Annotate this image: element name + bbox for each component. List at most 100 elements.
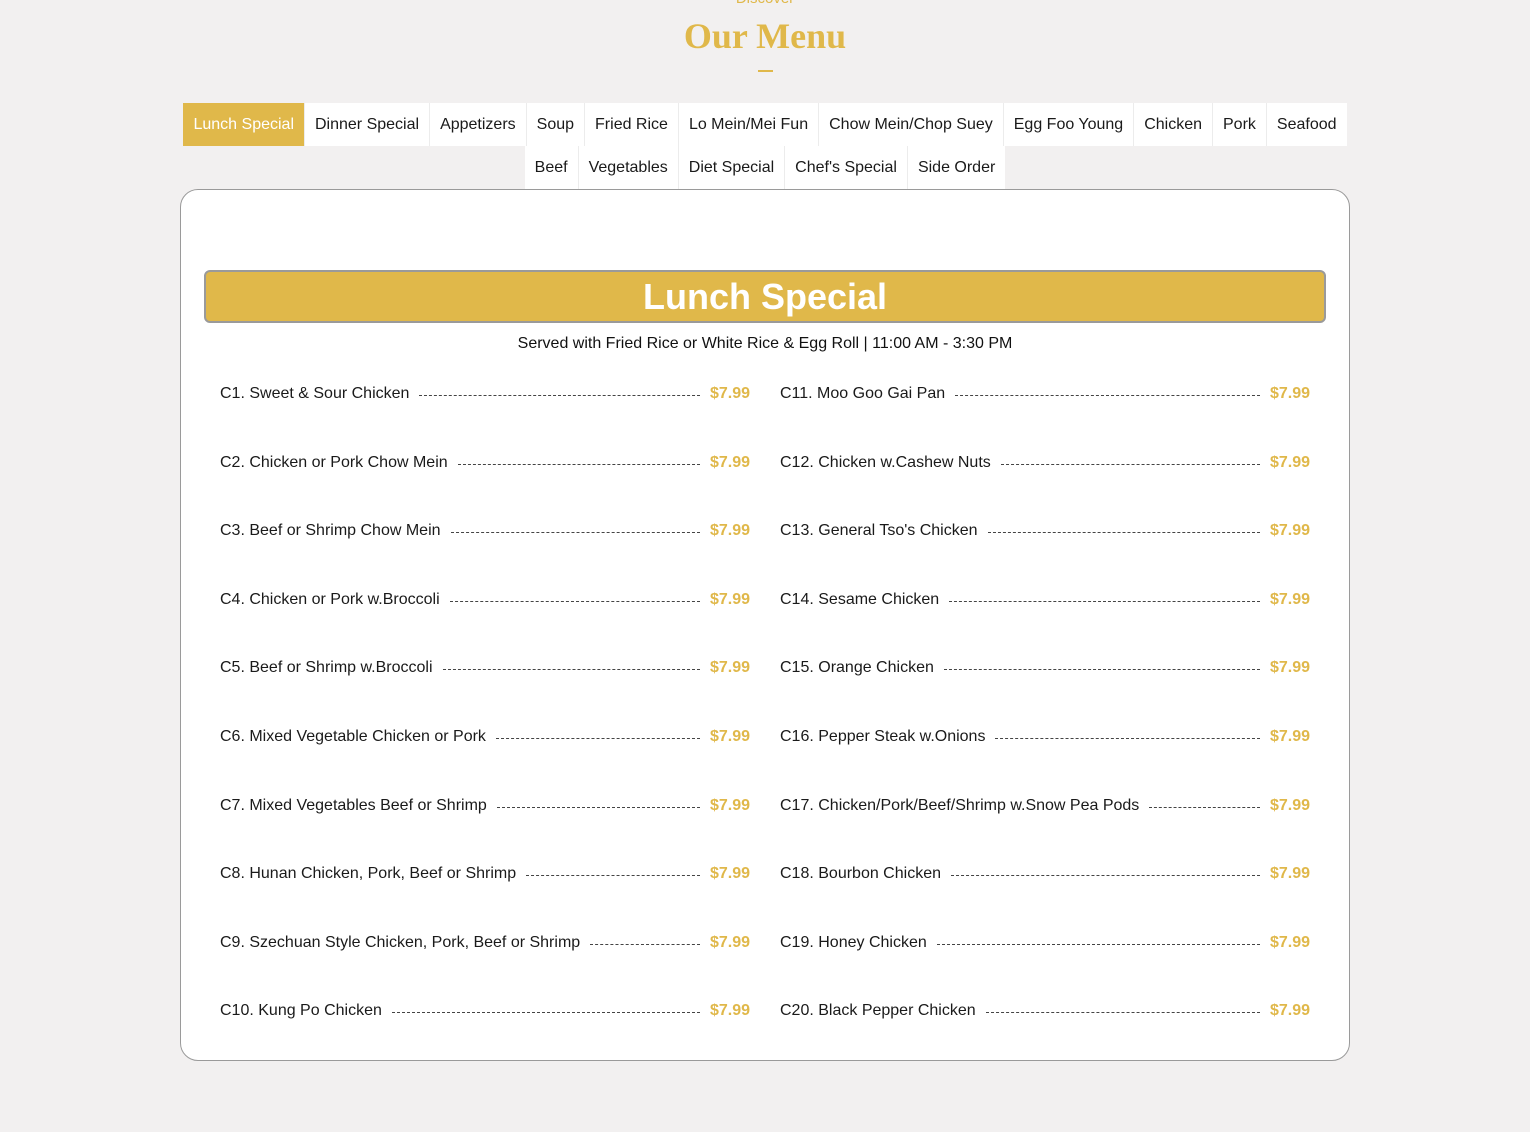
menu-item-name: C11. Moo Goo Gai Pan	[780, 385, 946, 402]
dotted-leader	[1149, 806, 1260, 808]
menu-item: C7. Mixed Vegetables Beef or Shrimp $7.99	[220, 792, 750, 861]
tab-lo-mein-mei-fun[interactable]: Lo Mein/Mei Fun	[678, 103, 820, 146]
tab-vegetables[interactable]: Vegetables	[578, 146, 679, 189]
menu-item-name: C4. Chicken or Pork w.Broccoli	[220, 590, 440, 608]
menu-item-price: $7.99	[1269, 522, 1310, 540]
menu-item-name: C12. Chicken w.Cashew Nuts	[780, 453, 991, 471]
menu-item-name: C1. Sweet & Sour Chicken	[220, 385, 410, 402]
category-tabs-row-2: Beef Vegetables Diet Special Chef's Special…	[0, 146, 1530, 189]
menu-item: C17. Chicken/Pork/Beef/Shrimp w.Snow Pea…	[780, 792, 1310, 861]
menu-eyebrow: Discover	[0, 0, 1530, 8]
menu-item: C3. Beef or Shrimp Chow Mein $7.99	[220, 517, 750, 586]
tab-appetizers[interactable]: Appetizers	[430, 103, 527, 146]
menu-item: C14. Sesame Chicken $7.99	[780, 586, 1310, 655]
menu-item-name: C2. Chicken or Pork Chow Mein	[220, 453, 448, 471]
dotted-leader	[450, 532, 700, 534]
menu-item-name: C13. General Tso's Chicken	[780, 522, 978, 540]
menu-item-price: $7.99	[709, 453, 750, 471]
title-underline	[758, 70, 773, 72]
tab-side-order[interactable]: Side Order	[907, 146, 1006, 189]
menu-item: C9. Szechuan Style Chicken, Pork, Beef o…	[220, 929, 750, 998]
section-banner: Lunch Special	[204, 270, 1326, 323]
tab-chicken[interactable]: Chicken	[1134, 103, 1213, 146]
menu-item: C15. Orange Chicken $7.99	[780, 654, 1310, 723]
menu-item-name: C19. Honey Chicken	[780, 933, 927, 951]
menu-item-price: $7.99	[1269, 659, 1310, 677]
menu-item: C19. Honey Chicken $7.99	[780, 929, 1310, 998]
menu-item-name: C10. Kung Po Chicken	[220, 1002, 382, 1020]
dotted-leader	[1000, 463, 1260, 465]
dotted-leader	[526, 875, 700, 877]
tab-diet-special[interactable]: Diet Special	[678, 146, 786, 189]
menu-item-price: $7.99	[709, 590, 750, 608]
menu-item-price: $7.99	[709, 385, 750, 402]
dotted-leader	[449, 600, 700, 602]
dotted-leader	[936, 943, 1260, 945]
dotted-leader	[590, 943, 700, 945]
menu-item-price: $7.99	[1269, 1002, 1310, 1020]
menu-item-price: $7.99	[709, 522, 750, 540]
section-title: Lunch Special	[642, 276, 888, 317]
dotted-leader	[457, 463, 700, 465]
menu-item-name: C20. Black Pepper Chicken	[780, 1002, 976, 1020]
tab-dinner-special[interactable]: Dinner Special	[305, 103, 431, 146]
menu-column-left: C1. Sweet & Sour Chicken $7.99 C2. Chicken…	[220, 380, 750, 1066]
dotted-leader	[495, 737, 700, 739]
page-title: Our Menu	[683, 16, 847, 56]
dotted-leader	[985, 1012, 1260, 1014]
menu-item: C5. Beef or Shrimp w.Broccoli $7.99	[220, 654, 750, 723]
menu-item-name: C16. Pepper Steak w.Onions	[780, 727, 986, 745]
menu-item: C16. Pepper Steak w.Onions $7.99	[780, 723, 1310, 792]
tab-egg-foo-young[interactable]: Egg Foo Young	[1003, 103, 1135, 146]
dotted-leader	[995, 737, 1260, 739]
menu-item-price: $7.99	[709, 1002, 750, 1020]
menu-item: C20. Black Pepper Chicken $7.99	[780, 997, 1310, 1066]
menu-item: C4. Chicken or Pork w.Broccoli $7.99	[220, 586, 750, 655]
dotted-leader	[955, 395, 1260, 396]
menu-item-name: C8. Hunan Chicken, Pork, Beef or Shrimp	[220, 865, 517, 883]
menu-item-price: $7.99	[709, 659, 750, 677]
menu-item-price: $7.99	[1269, 796, 1310, 814]
menu-item-price: $7.99	[709, 933, 750, 951]
menu-item: C2. Chicken or Pork Chow Mein $7.99	[220, 449, 750, 518]
menu-panel: Lunch Special Served with Fried Rice or …	[180, 189, 1350, 1061]
menu-item: C8. Hunan Chicken, Pork, Beef or Shrimp $…	[220, 860, 750, 929]
dotted-leader	[391, 1012, 700, 1014]
tab-chef-s-special[interactable]: Chef's Special	[785, 146, 908, 189]
menu-item: C10. Kung Po Chicken $7.99	[220, 997, 750, 1066]
menu-item-name: C9. Szechuan Style Chicken, Pork, Beef o…	[220, 933, 581, 951]
tab-beef[interactable]: Beef	[524, 146, 579, 189]
menu-item-price: $7.99	[1269, 727, 1310, 745]
tab-fried-rice[interactable]: Fried Rice	[585, 103, 679, 146]
menu-column-right: C11. Moo Goo Gai Pan $7.99 C12. Chicken w.…	[780, 380, 1310, 1066]
menu-item-price: $7.99	[1269, 865, 1310, 883]
tab-chow-mein-chop-suey[interactable]: Chow Mein/Chop Suey	[819, 103, 1004, 146]
dotted-leader	[496, 806, 700, 808]
menu-item-price: $7.99	[1269, 385, 1310, 402]
dotted-leader	[943, 669, 1260, 671]
menu-item-price: $7.99	[1269, 453, 1310, 471]
menu-item-price: $7.99	[709, 727, 750, 745]
dotted-leader	[987, 532, 1260, 534]
section-subtitle: Served with Fried Rice or White Rice & E…	[517, 335, 1013, 352]
menu-item-price: $7.99	[1269, 933, 1310, 951]
menu-item-name: C14. Sesame Chicken	[780, 590, 940, 608]
tab-lunch-special[interactable]: Lunch Special	[183, 103, 305, 146]
dotted-leader	[419, 395, 700, 396]
menu-item-name: C7. Mixed Vegetables Beef or Shrimp	[220, 796, 487, 814]
menu-item: C6. Mixed Vegetable Chicken or Pork $7.99	[220, 723, 750, 792]
menu-item: C11. Moo Goo Gai Pan $7.99	[780, 380, 1310, 449]
tab-seafood[interactable]: Seafood	[1266, 103, 1347, 146]
tab-pork[interactable]: Pork	[1213, 103, 1267, 146]
menu-item-name: C6. Mixed Vegetable Chicken or Pork	[220, 727, 486, 745]
tab-soup[interactable]: Soup	[526, 103, 586, 146]
menu-item-name: C15. Orange Chicken	[780, 659, 934, 677]
dotted-leader	[950, 875, 1260, 877]
menu-item: C1. Sweet & Sour Chicken $7.99	[220, 380, 750, 449]
menu-item: C13. General Tso's Chicken $7.99	[780, 517, 1310, 586]
dotted-leader	[442, 669, 700, 671]
menu-item-price: $7.99	[709, 865, 750, 883]
menu-item-price: $7.99	[709, 796, 750, 814]
menu-item-name: C3. Beef or Shrimp Chow Mein	[220, 522, 441, 540]
dotted-leader	[949, 600, 1260, 602]
